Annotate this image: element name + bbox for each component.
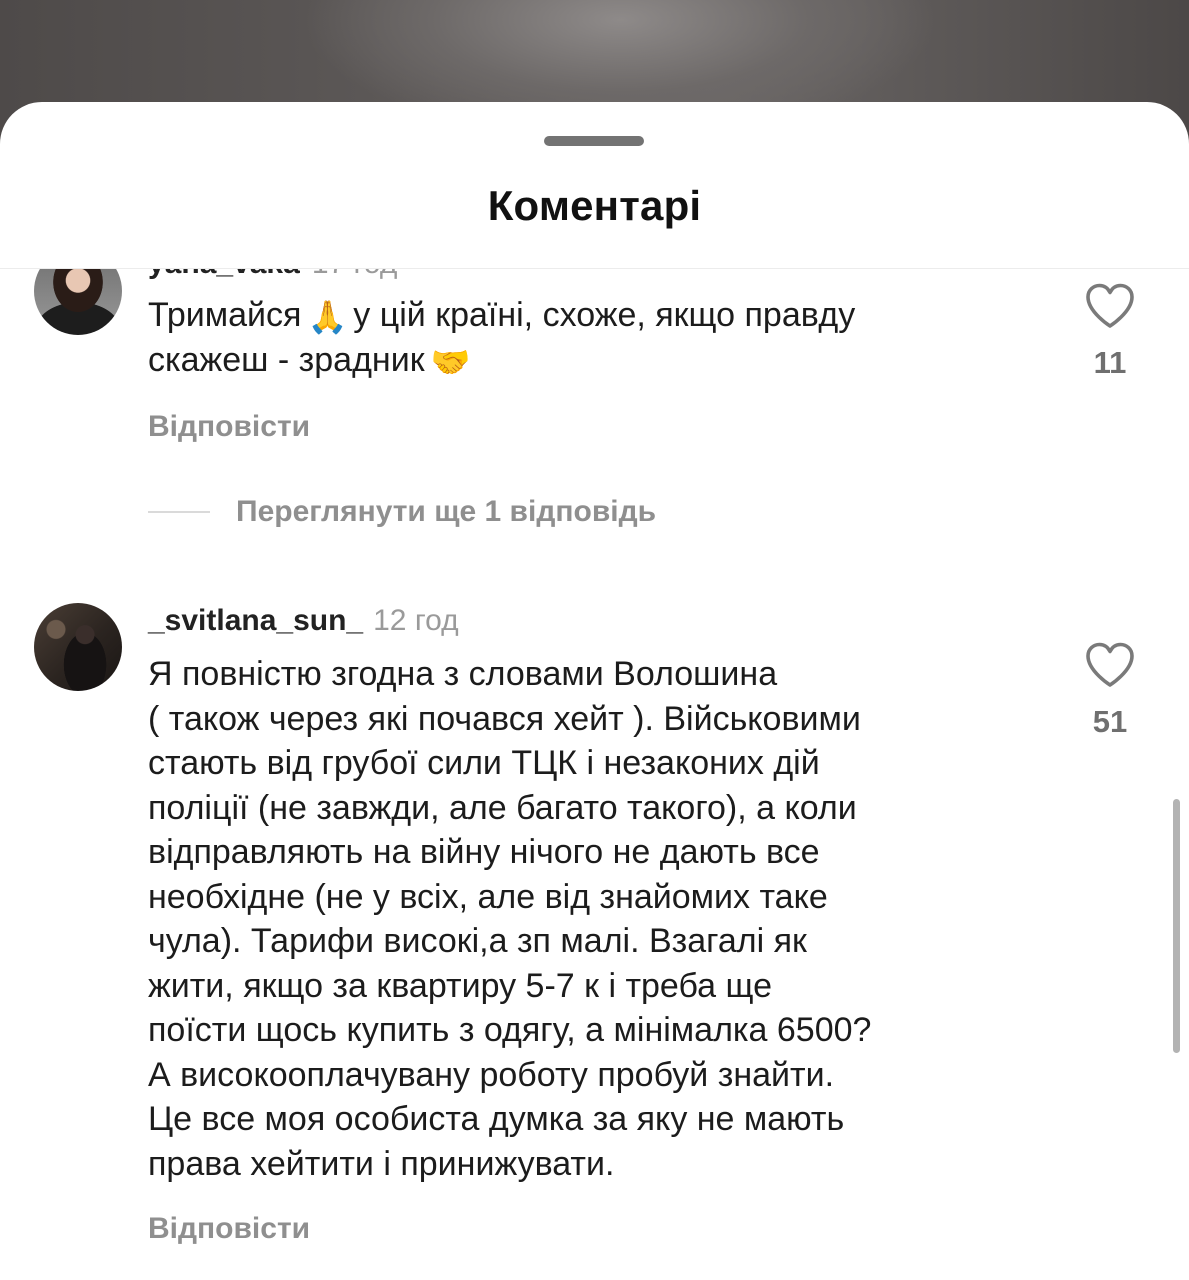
comments-list[interactable]: yana_vaka 17 год Тримайся🙏у цій країні, с… xyxy=(0,269,1189,1280)
comment-username[interactable]: yana_vaka xyxy=(148,269,300,280)
comment-text: Тримайся 🙏 у цій країні, схоже, якщо правд… xyxy=(148,293,1038,382)
heart-icon[interactable] xyxy=(1085,283,1135,329)
like-control: 11 xyxy=(1078,283,1142,381)
view-more-replies-label: Переглянути ще 1 відповідь xyxy=(236,495,657,528)
comment-text: Я повністю згодна з словами Волошина ( т… xyxy=(148,655,872,1183)
avatar[interactable] xyxy=(34,603,122,691)
view-more-replies-button[interactable]: Переглянути ще 1 відповідь xyxy=(148,495,656,529)
reply-button[interactable]: Відповісти xyxy=(148,410,310,444)
avatar[interactable] xyxy=(34,269,122,335)
like-control: 51 xyxy=(1078,642,1142,740)
comment-timestamp: 17 год xyxy=(312,269,398,280)
like-count: 51 xyxy=(1092,704,1128,739)
folded-hands-emoji-icon: 🙏 xyxy=(307,299,348,336)
comment-username-row: yana_vaka 17 год xyxy=(148,269,397,281)
comment-text-part: Тримайся xyxy=(148,296,302,334)
comments-sheet: Коментарі yana_vaka 17 год Тримайся🙏у цій… xyxy=(0,102,1189,1280)
sheet-grabber-handle[interactable] xyxy=(544,136,644,146)
handshake-emoji-icon: 🤝 xyxy=(430,343,471,380)
sheet-title: Коментарі xyxy=(487,182,702,229)
comment-timestamp: 12 год xyxy=(373,604,459,637)
comment-username[interactable]: _svitlana_sun_ xyxy=(148,604,363,637)
comment-username-row: _svitlana_sun_ 12 год xyxy=(148,604,459,638)
reply-button[interactable]: Відповісти xyxy=(148,1212,310,1246)
like-count: 11 xyxy=(1093,345,1127,380)
heart-icon[interactable] xyxy=(1085,642,1135,688)
scrollbar[interactable] xyxy=(1173,799,1180,1053)
replies-divider-line xyxy=(148,511,210,513)
